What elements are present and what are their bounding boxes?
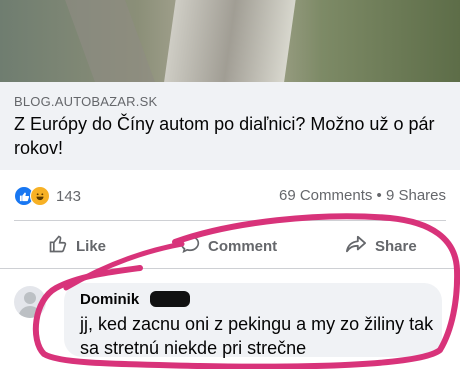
comment-author[interactable]: Dominik [80, 291, 139, 308]
link-domain: BLOG.AUTOBAZAR.SK [14, 94, 158, 109]
share-label: Share [375, 237, 417, 255]
reaction-count: 143 [56, 187, 82, 205]
divider [14, 220, 446, 221]
haha-reaction-icon [30, 186, 50, 206]
reactions-summary[interactable]: 143 [14, 186, 81, 206]
comments-shares-count[interactable]: 69 Comments • 9 Shares [279, 187, 446, 204]
link-headline[interactable]: Z Európy do Číny autom po diaľnici? Možn… [14, 112, 446, 160]
divider [0, 268, 460, 269]
image-bridge [162, 0, 298, 82]
image-road [65, 0, 155, 82]
comment-label: Comment [208, 237, 278, 255]
share-arrow-icon [345, 234, 367, 258]
action-bar: Like Comment Share [0, 228, 460, 264]
share-button[interactable]: Share [345, 228, 417, 264]
article-image[interactable] [0, 0, 460, 82]
avatar[interactable] [14, 286, 46, 318]
thumbs-up-icon [48, 234, 68, 258]
speech-bubble-icon [180, 234, 200, 258]
comment-button[interactable]: Comment [180, 228, 277, 264]
like-button[interactable]: Like [48, 228, 106, 264]
redaction-mark [150, 291, 190, 307]
comment-text: jj, ked zacnu oni z pekingu a my zo žili… [80, 314, 434, 358]
like-label: Like [76, 237, 107, 255]
